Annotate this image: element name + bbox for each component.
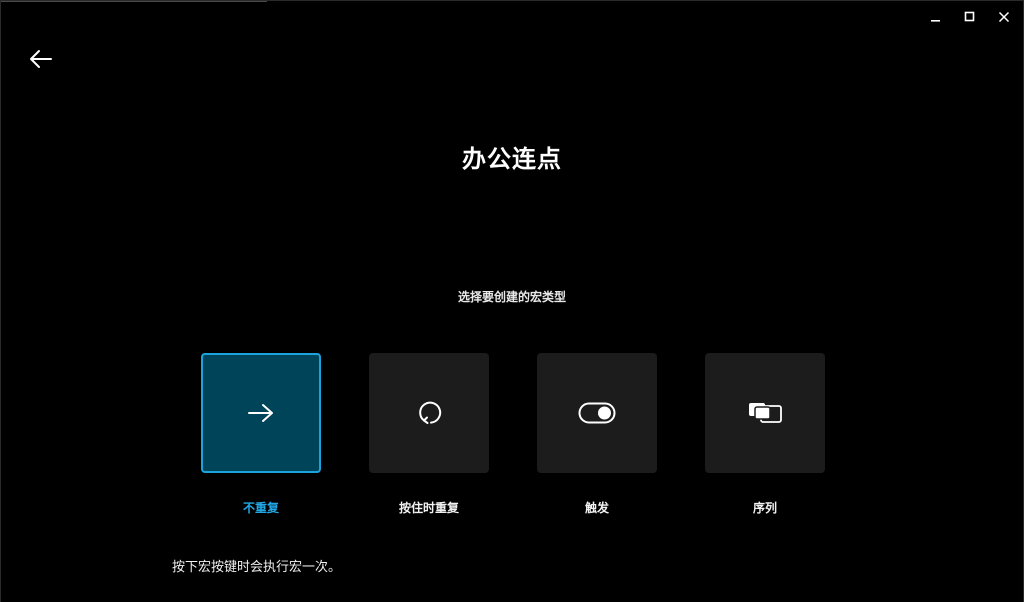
maximize-icon — [964, 11, 975, 22]
macro-type-sequence[interactable]: 序列 — [705, 353, 825, 516]
arrow-left-icon — [30, 50, 52, 68]
title-bar-edge — [1, 1, 267, 2]
macro-type-label: 不重复 — [242, 501, 279, 515]
back-button[interactable] — [27, 47, 55, 71]
minimize-button[interactable] — [919, 7, 953, 27]
macro-type-label: 序列 — [752, 501, 777, 515]
window-controls — [919, 7, 1021, 27]
macro-type-tile[interactable] — [705, 353, 825, 473]
close-button[interactable] — [987, 7, 1021, 27]
arrow-right-icon — [248, 404, 273, 422]
page-subtitle: 选择要创建的宏类型 — [457, 290, 566, 304]
sequence-icon — [749, 403, 782, 423]
macro-type-tile[interactable] — [369, 353, 489, 473]
macro-type-no-repeat[interactable]: 不重复 — [201, 353, 321, 516]
macro-type-toggle[interactable]: 触发 — [537, 353, 657, 516]
repeat-icon — [419, 401, 442, 424]
toggle-icon — [578, 402, 616, 424]
macro-type-tile[interactable] — [201, 353, 321, 473]
macro-type-label: 按住时重复 — [398, 501, 459, 515]
minimize-icon — [931, 20, 940, 22]
macro-type-tile[interactable] — [537, 353, 657, 473]
macro-type-list: 不重复 按住时重复 触发 序列 — [201, 353, 825, 516]
close-icon — [998, 11, 1010, 23]
macro-type-repeat-while-held[interactable]: 按住时重复 — [369, 353, 489, 516]
page-title: 办公连点 — [462, 145, 562, 173]
macro-type-label: 触发 — [584, 501, 609, 515]
app-window: 办公连点 选择要创建的宏类型 不重复 按住时重复 触发 序列 按下宏按键时会执行… — [0, 0, 1024, 602]
maximize-button[interactable] — [953, 7, 987, 27]
macro-type-description: 按下宏按键时会执行宏一次。 — [172, 560, 342, 575]
